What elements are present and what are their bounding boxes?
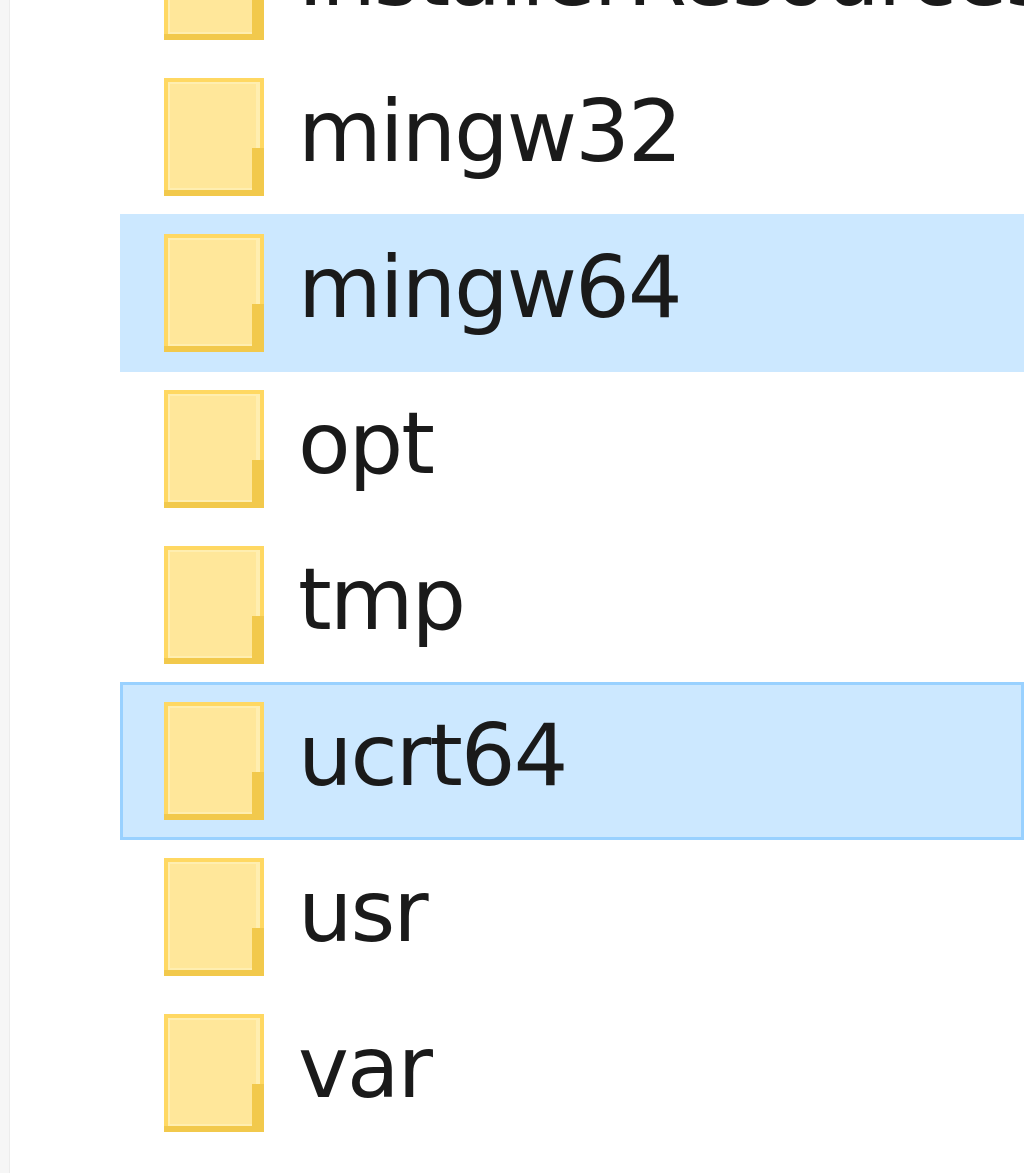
folder-list: InstallerResources mingw32 mingw64 opt t… [120,0,1024,1150]
folder-name: mingw64 [298,238,683,338]
folder-icon [164,390,264,508]
list-item-mingw64[interactable]: mingw64 [120,214,1024,372]
folder-name: tmp [298,550,466,650]
folder-name: ucrt64 [298,706,568,806]
folder-name: var [298,1018,433,1118]
list-item-ucrt64[interactable]: ucrt64 [120,682,1024,840]
folder-icon [164,702,264,820]
list-item-opt[interactable]: opt [120,370,1024,528]
folder-icon [164,0,264,40]
file-explorer-view: InstallerResources mingw32 mingw64 opt t… [0,0,1024,1173]
folder-name: usr [298,862,429,962]
folder-icon [164,546,264,664]
folder-icon [164,234,264,352]
list-item-tmp[interactable]: tmp [120,526,1024,684]
folder-icon [164,858,264,976]
folder-name: mingw32 [298,82,683,182]
list-item-var[interactable]: var [120,994,1024,1152]
navigation-pane-edge [0,0,10,1173]
folder-icon [164,1014,264,1132]
list-item-usr[interactable]: usr [120,838,1024,996]
folder-icon [164,78,264,196]
list-item-installerresources[interactable]: InstallerResources [120,0,1024,60]
list-item-mingw32[interactable]: mingw32 [120,58,1024,216]
folder-name: InstallerResources [298,0,1024,56]
folder-name: opt [298,394,435,494]
